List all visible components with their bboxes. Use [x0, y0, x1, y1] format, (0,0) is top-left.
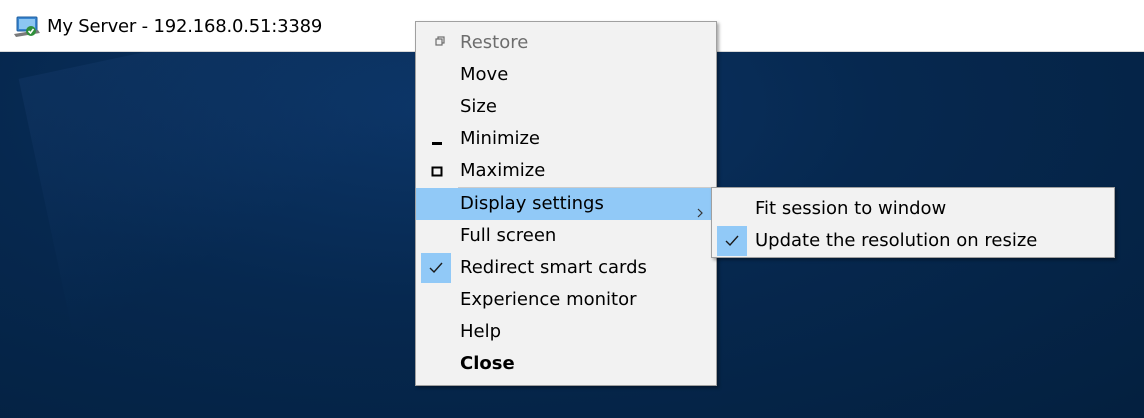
menu-item-label: Display settings: [460, 193, 604, 214]
menu-item-label: Experience monitor: [460, 289, 637, 310]
menu-item-move[interactable]: Move: [416, 59, 716, 91]
remote-desktop-icon[interactable]: [12, 14, 42, 40]
menu-item-close[interactable]: Close: [416, 348, 716, 380]
minimize-icon: [421, 124, 451, 154]
menu-item-redirect-smart-cards[interactable]: Redirect smart cards: [416, 252, 716, 284]
menu-item-label: Move: [460, 64, 509, 85]
submenu-item-update-resolution[interactable]: Update the resolution on resize: [712, 225, 1114, 257]
menu-item-label: Redirect smart cards: [460, 257, 647, 278]
display-settings-submenu: Fit session to window Update the resolut…: [711, 187, 1115, 258]
menu-item-help[interactable]: Help: [416, 316, 716, 348]
restore-icon: [421, 28, 451, 58]
menu-item-label: Fit session to window: [755, 198, 947, 219]
menu-item-label: Minimize: [460, 128, 540, 149]
system-menu: Restore Move Size Minimize Maximize Disp…: [415, 21, 717, 386]
menu-item-label: Help: [460, 321, 502, 342]
chevron-right-icon: [694, 198, 706, 218]
menu-item-label: Restore: [460, 32, 529, 53]
submenu-item-fit-session[interactable]: Fit session to window: [712, 193, 1114, 225]
menu-item-size[interactable]: Size: [416, 91, 716, 123]
menu-item-full-screen[interactable]: Full screen: [416, 220, 716, 252]
menu-item-label: Update the resolution on resize: [755, 230, 1038, 251]
window-title: My Server - 192.168.0.51:3389: [47, 16, 323, 37]
menu-item-experience-monitor[interactable]: Experience monitor: [416, 284, 716, 316]
menu-item-restore[interactable]: Restore: [416, 27, 716, 59]
checkmark-icon: [717, 226, 747, 256]
menu-item-minimize[interactable]: Minimize: [416, 123, 716, 155]
menu-item-label: Full screen: [460, 225, 557, 246]
maximize-icon: [421, 156, 451, 186]
menu-item-label: Maximize: [460, 160, 546, 181]
menu-item-maximize[interactable]: Maximize: [416, 155, 716, 187]
checkmark-icon: [421, 253, 451, 283]
menu-item-display-settings[interactable]: Display settings: [416, 188, 716, 220]
menu-item-label: Close: [460, 353, 515, 374]
menu-item-label: Size: [460, 96, 497, 117]
